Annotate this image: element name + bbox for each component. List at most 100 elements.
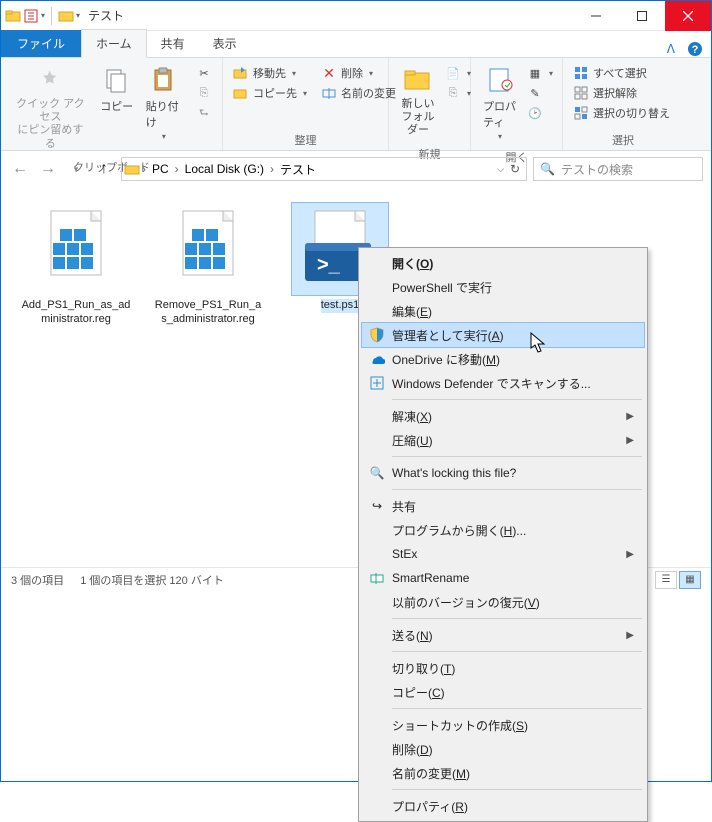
forward-button[interactable]: → xyxy=(37,158,59,180)
menu-previous-versions[interactable]: 以前のバージョンの復元(V) xyxy=(362,590,644,614)
cut-button[interactable]: ✂ xyxy=(192,64,216,82)
newfolder-icon xyxy=(402,64,434,96)
copy-icon xyxy=(101,64,133,96)
crumb-pc[interactable]: PC xyxy=(148,162,173,176)
file-item[interactable]: Remove_PS1_Run_as_administrator.reg xyxy=(153,203,263,327)
refresh-icon[interactable]: ↻ xyxy=(510,162,520,176)
properties-button[interactable]: プロパティ▾ xyxy=(477,62,523,143)
menu-compress[interactable]: 圧縮(U)▶ xyxy=(362,428,644,452)
new-item-button[interactable]: 📄 xyxy=(441,64,475,82)
qat-dropdown-icon[interactable]: ▾ xyxy=(41,11,45,20)
copy-button[interactable]: コピー xyxy=(94,62,140,116)
menu-properties[interactable]: プロパティ(R) xyxy=(362,794,644,818)
paste-shortcut-button[interactable]: ⮑ xyxy=(192,104,216,122)
details-view-button[interactable]: ☰ xyxy=(655,571,677,589)
menu-cut[interactable]: 切り取り(T) xyxy=(362,656,644,680)
paste-icon xyxy=(148,64,180,96)
selectall-icon xyxy=(573,65,589,81)
menu-create-shortcut[interactable]: ショートカットの作成(S) xyxy=(362,713,644,737)
svg-text:?: ? xyxy=(692,44,699,56)
folder-icon xyxy=(5,8,21,24)
rename-icon xyxy=(321,85,337,101)
svg-text:>_: >_ xyxy=(317,254,341,276)
file-label: Remove_PS1_Run_as_administrator.reg xyxy=(153,299,263,327)
menu-rename[interactable]: 名前の変更(M) xyxy=(362,761,644,785)
paste-button[interactable]: 貼り付け▾ xyxy=(140,62,188,143)
titlebar: ▾ ▾ テスト xyxy=(1,1,711,31)
tab-share[interactable]: 共有 xyxy=(147,30,199,57)
share-icon: ↪ xyxy=(368,497,386,515)
crumb-drive[interactable]: Local Disk (G:) xyxy=(181,162,268,176)
path-icon: ⎘ xyxy=(196,85,212,101)
tab-home[interactable]: ホーム xyxy=(81,29,147,58)
crumb-folder[interactable]: テスト xyxy=(276,161,320,178)
context-menu: 開く(O) PowerShell で実行 編集(E) 管理者として実行(A) O… xyxy=(358,247,648,822)
delete-button[interactable]: ✕削除 xyxy=(317,64,400,82)
smartrename-icon xyxy=(368,569,386,587)
menu-onedrive[interactable]: OneDrive に移動(M) xyxy=(362,347,644,371)
invert-icon xyxy=(573,105,589,121)
ribbon-tabs: ファイル ホーム 共有 表示 ᐱ ? xyxy=(1,31,711,57)
delete-icon: ✕ xyxy=(321,65,337,81)
close-button[interactable] xyxy=(665,1,711,31)
copy-to-button[interactable]: コピー先 xyxy=(229,84,311,102)
select-all-button[interactable]: すべて選択 xyxy=(569,64,674,82)
menu-open[interactable]: 開く(O) xyxy=(362,251,644,275)
menu-stex[interactable]: StEx▶ xyxy=(362,542,644,566)
invert-selection-button[interactable]: 選択の切り替え xyxy=(569,104,674,122)
recent-button[interactable]: ▾ xyxy=(65,158,87,180)
collapse-ribbon-icon[interactable]: ᐱ xyxy=(667,42,675,56)
pin-to-quick-access-button[interactable]: クイック アクセス にピン留めする xyxy=(7,62,94,153)
search-box[interactable]: 🔍 テストの検索 xyxy=(533,157,703,181)
scissors-icon: ✂ xyxy=(196,65,212,81)
minimize-button[interactable] xyxy=(573,1,619,31)
up-button[interactable]: ↑ xyxy=(93,158,115,180)
edit-icon: ✎ xyxy=(527,85,543,101)
reg-file-icon xyxy=(41,209,111,289)
onedrive-icon xyxy=(368,350,386,368)
menu-delete[interactable]: 削除(D) xyxy=(362,737,644,761)
lock-search-icon: 🔍 xyxy=(368,464,386,482)
help-icon[interactable]: ? xyxy=(687,41,703,57)
tab-file[interactable]: ファイル xyxy=(1,30,81,57)
menu-smartrename[interactable]: SmartRename xyxy=(362,566,644,590)
qat-properties-icon[interactable] xyxy=(23,8,39,24)
history-button[interactable]: 🕑 xyxy=(523,104,557,122)
open-button[interactable]: ▦ xyxy=(523,64,557,82)
qat-dropdown2-icon[interactable]: ▾ xyxy=(76,11,80,20)
menu-share[interactable]: ↪共有 xyxy=(362,494,644,518)
edit-button[interactable]: ✎ xyxy=(523,84,557,102)
selectnone-icon xyxy=(573,85,589,101)
menu-open-with[interactable]: プログラムから開く(H)... xyxy=(362,518,644,542)
menu-edit[interactable]: 編集(E) xyxy=(362,299,644,323)
move-to-button[interactable]: 移動先 xyxy=(229,64,311,82)
icons-view-button[interactable]: ▦ xyxy=(679,571,701,589)
menu-send-to[interactable]: 送る(N)▶ xyxy=(362,623,644,647)
menu-run-as-admin[interactable]: 管理者として実行(A) xyxy=(362,323,644,347)
menu-whats-locking[interactable]: 🔍What's locking this file? xyxy=(362,461,644,485)
select-none-button[interactable]: 選択解除 xyxy=(569,84,674,102)
file-item[interactable]: Add_PS1_Run_as_administrator.reg xyxy=(21,203,131,327)
pin-icon xyxy=(34,64,66,96)
back-button[interactable]: ← xyxy=(9,158,31,180)
menu-run-powershell[interactable]: PowerShell で実行 xyxy=(362,275,644,299)
file-label: test.ps1 xyxy=(321,299,360,313)
addr-dropdown-icon[interactable]: ⌵ xyxy=(497,164,504,175)
menu-copy[interactable]: コピー(C) xyxy=(362,680,644,704)
rename-button[interactable]: 名前の変更 xyxy=(317,84,400,102)
maximize-button[interactable] xyxy=(619,1,665,31)
menu-extract[interactable]: 解凍(X)▶ xyxy=(362,404,644,428)
tab-view[interactable]: 表示 xyxy=(199,30,251,57)
copyto-icon xyxy=(233,85,249,101)
moveto-icon xyxy=(233,65,249,81)
file-label: Add_PS1_Run_as_administrator.reg xyxy=(21,299,131,327)
shield-icon xyxy=(368,326,386,344)
new-folder-button[interactable]: 新しい フォルダー xyxy=(395,62,441,140)
copy-path-button[interactable]: ⎘ xyxy=(192,84,216,102)
address-bar[interactable]: PC Local Disk (G:) テスト ⌵ ↻ xyxy=(121,157,527,181)
menu-defender[interactable]: Windows Defender でスキャンする... xyxy=(362,371,644,395)
defender-icon xyxy=(368,374,386,392)
easy-access-button[interactable]: ⎘ xyxy=(441,84,475,102)
search-placeholder: テストの検索 xyxy=(561,161,633,178)
drive-icon xyxy=(124,161,140,177)
